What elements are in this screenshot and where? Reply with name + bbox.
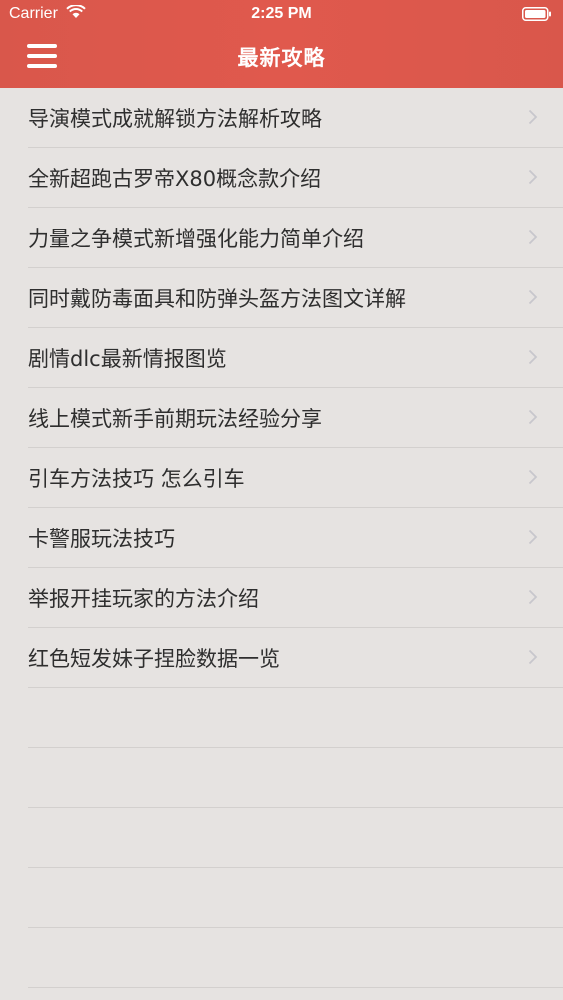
chevron-right-icon (528, 529, 538, 545)
chevron-right-icon (528, 109, 538, 125)
chevron-right-icon (528, 589, 538, 605)
chevron-right-icon (528, 409, 538, 425)
list-item-title: 导演模式成就解锁方法解析攻略 (28, 107, 322, 131)
list-item-title: 线上模式新手前期玩法经验分享 (28, 407, 322, 431)
list-item[interactable]: 同时戴防毒面具和防弹头盔方法图文详解 (28, 268, 563, 328)
empty-row (28, 688, 563, 748)
chevron-right-icon (528, 289, 538, 305)
list-item-title: 同时戴防毒面具和防弹头盔方法图文详解 (28, 287, 406, 311)
empty-row (28, 868, 563, 928)
empty-row (28, 808, 563, 868)
list-item-title: 引车方法技巧 怎么引车 (28, 467, 245, 491)
list-item[interactable]: 线上模式新手前期玩法经验分享 (28, 388, 563, 448)
navigation-bar: 最新攻略 (0, 30, 563, 88)
list-item-title: 全新超跑古罗帝X80概念款介绍 (28, 167, 322, 191)
app-header: Carrier 2:25 PM 最新攻略 (0, 0, 563, 88)
list-item[interactable]: 红色短发妹子捏脸数据一览 (28, 628, 563, 688)
list-item-title: 举报开挂玩家的方法介绍 (28, 587, 259, 611)
list-item[interactable]: 导演模式成就解锁方法解析攻略 (28, 88, 563, 148)
chevron-right-icon (528, 349, 538, 365)
list-item[interactable]: 卡警服玩法技巧 (28, 508, 563, 568)
list-item[interactable]: 引车方法技巧 怎么引车 (28, 448, 563, 508)
chevron-right-icon (528, 469, 538, 485)
list-item[interactable]: 全新超跑古罗帝X80概念款介绍 (28, 148, 563, 208)
list-item[interactable]: 举报开挂玩家的方法介绍 (28, 568, 563, 628)
list-item[interactable]: 力量之争模式新增强化能力简单介绍 (28, 208, 563, 268)
page-title: 最新攻略 (237, 46, 326, 70)
chevron-right-icon (528, 169, 538, 185)
empty-row (28, 748, 563, 808)
chevron-right-icon (528, 229, 538, 245)
list-item-title: 剧情dlc最新情报图览 (28, 347, 227, 371)
status-bar: Carrier 2:25 PM (0, 0, 563, 30)
list-item-title: 红色短发妹子捏脸数据一览 (28, 647, 280, 671)
list-item[interactable]: 剧情dlc最新情报图览 (28, 328, 563, 388)
chevron-right-icon (528, 649, 538, 665)
article-list: 导演模式成就解锁方法解析攻略 全新超跑古罗帝X80概念款介绍力量之争模式新增强化能… (0, 88, 563, 988)
list-item-title: 卡警服玩法技巧 (28, 527, 175, 551)
status-time: 2:25 PM (251, 5, 312, 22)
empty-row (28, 928, 563, 988)
list-item-title: 力量之争模式新增强化能力简单介绍 (28, 227, 364, 251)
battery-icon (522, 7, 551, 21)
